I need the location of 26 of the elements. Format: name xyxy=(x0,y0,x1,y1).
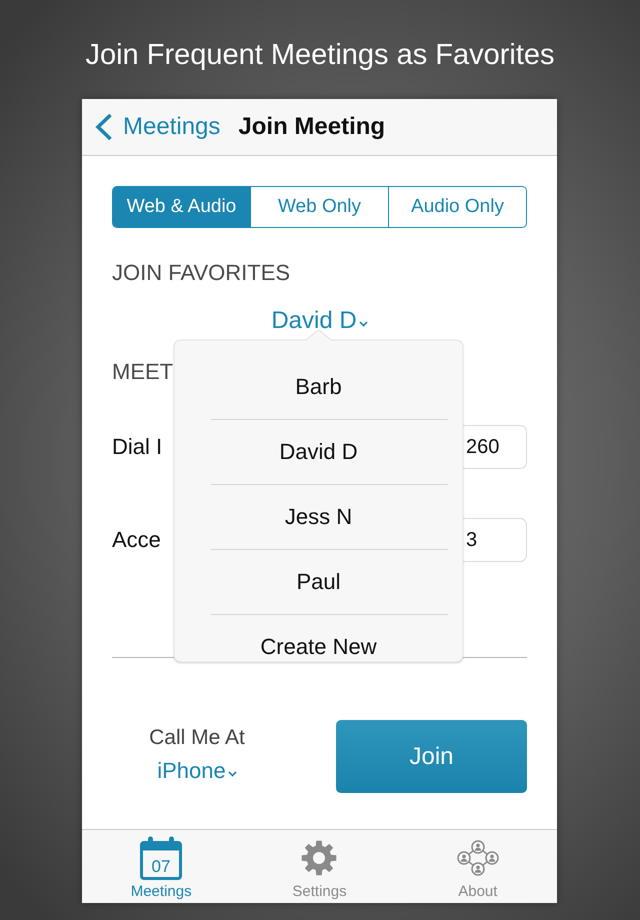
segment-option[interactable]: Web & Audio xyxy=(113,187,250,227)
join-button[interactable]: Join xyxy=(336,720,527,793)
menu-item[interactable]: Paul xyxy=(296,569,341,595)
segment-option[interactable]: Audio Only xyxy=(388,187,526,227)
call-me-label: Call Me At xyxy=(149,725,245,751)
chevron-down-icon xyxy=(228,770,237,776)
people-network-icon xyxy=(456,840,499,876)
tab[interactable]: About xyxy=(398,830,557,903)
field-label: Acce xyxy=(112,527,161,553)
section-heading: JOIN FAVORITES xyxy=(112,259,290,287)
screen-title: Join Meeting xyxy=(238,112,386,142)
section-heading: MEET xyxy=(112,358,174,386)
menu-item[interactable]: David D xyxy=(279,439,358,465)
menu-item[interactable]: Create New xyxy=(260,634,377,660)
favorite-dropdown[interactable]: David D xyxy=(271,306,368,336)
chevron-down-icon xyxy=(358,320,368,326)
tab[interactable]: 07 Meetings xyxy=(82,830,240,903)
menu-item[interactable]: Jess N xyxy=(284,504,352,530)
headline: Join Frequent Meetings as Favorites xyxy=(85,38,555,73)
field-label: Dial I xyxy=(112,434,162,460)
phone-dropdown[interactable]: iPhone xyxy=(157,756,237,786)
tab[interactable]: Settings xyxy=(240,830,399,903)
back-button[interactable]: Meetings xyxy=(95,112,220,142)
gear-icon xyxy=(301,840,338,876)
chevron-left-icon xyxy=(95,113,113,141)
menu-item[interactable]: Barb xyxy=(295,374,342,400)
